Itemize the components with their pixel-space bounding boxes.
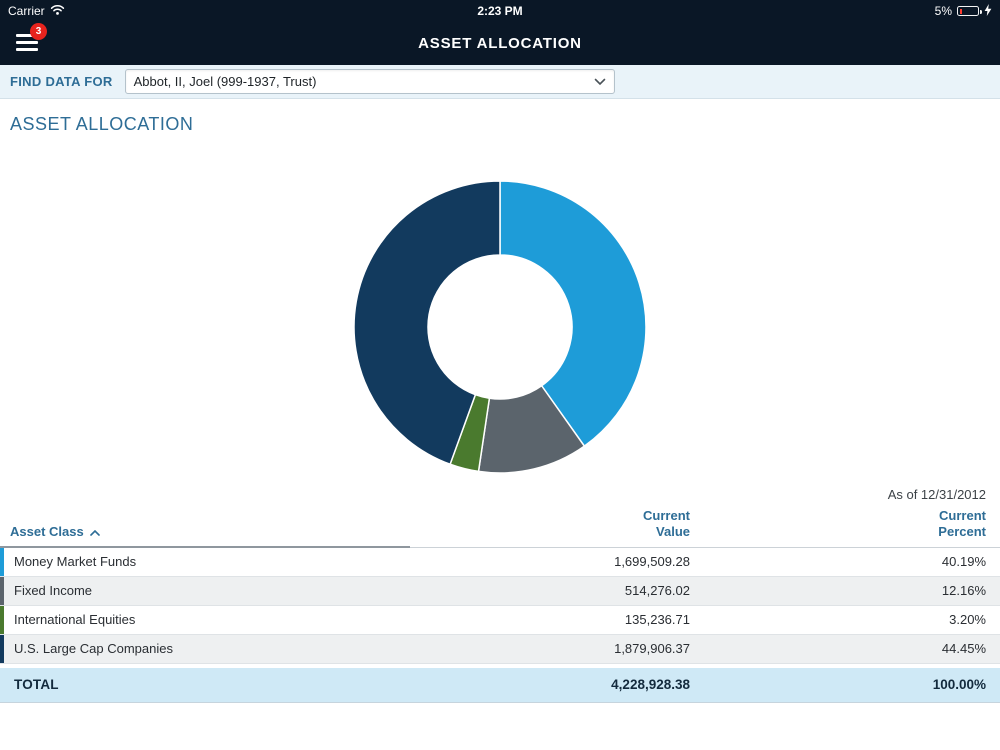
header-asset-class[interactable]: Asset Class [0,524,410,540]
table-body: Money Market Funds 1,699,509.28 40.19% F… [0,548,1000,664]
notification-badge: 3 [30,23,47,40]
row-color-bar [0,548,4,576]
find-data-label: FIND DATA FOR [10,74,113,89]
asset-class-cell: Money Market Funds [0,554,410,569]
total-value: 4,228,928.38 [410,677,690,692]
total-row: TOTAL 4,228,928.38 100.00% [0,667,1000,703]
charging-bolt-icon [984,4,992,19]
current-percent-cell: 12.16% [690,583,1000,598]
table-row: Money Market Funds 1,699,509.28 40.19% [0,548,1000,577]
header-current-value[interactable]: Current Value [624,508,690,541]
allocation-donut-chart [352,179,648,475]
total-label: TOTAL [0,677,410,692]
asset-class-cell: Fixed Income [0,583,410,598]
current-value-cell: 135,236.71 [410,612,690,627]
account-select[interactable]: Abbot, II, Joel (999-1937, Trust) [125,69,615,94]
table-row: U.S. Large Cap Companies 1,879,906.37 44… [0,635,1000,664]
current-value-cell: 1,879,906.37 [410,641,690,656]
row-color-bar [0,606,4,634]
battery-percent-label: 5% [935,4,952,18]
row-color-bar [0,577,4,605]
current-value-cell: 514,276.02 [410,583,690,598]
header-current-percent[interactable]: Current Percent [920,508,986,541]
asset-class-cell: International Equities [0,612,410,627]
nav-bar: 3 ASSET ALLOCATION [0,22,1000,65]
carrier-label: Carrier [8,4,45,18]
current-percent-cell: 44.45% [690,641,1000,656]
page-title: ASSET ALLOCATION [0,22,1000,65]
sort-ascending-icon [90,524,100,540]
current-value-cell: 1,699,509.28 [410,554,690,569]
current-percent-cell: 3.20% [690,612,1000,627]
clock: 2:23 PM [0,4,1000,18]
chevron-down-icon [594,74,606,89]
table-row: International Equities 135,236.71 3.20% [0,606,1000,635]
as-of-date: As of 12/31/2012 [0,475,1000,506]
asset-class-cell: U.S. Large Cap Companies [0,641,410,656]
table-header-row: Asset Class Current Value Current Percen… [0,506,1000,548]
section-heading: ASSET ALLOCATION [0,99,1000,135]
account-select-value: Abbot, II, Joel (999-1937, Trust) [134,74,317,89]
wifi-icon [50,4,65,18]
allocation-table: Asset Class Current Value Current Percen… [0,506,1000,703]
battery-icon [957,6,979,16]
status-bar: Carrier 2:23 PM 5% [0,0,1000,22]
row-color-bar [0,635,4,663]
total-percent: 100.00% [690,677,1000,692]
current-percent-cell: 40.19% [690,554,1000,569]
table-row: Fixed Income 514,276.02 12.16% [0,577,1000,606]
find-data-bar: FIND DATA FOR Abbot, II, Joel (999-1937,… [0,65,1000,99]
